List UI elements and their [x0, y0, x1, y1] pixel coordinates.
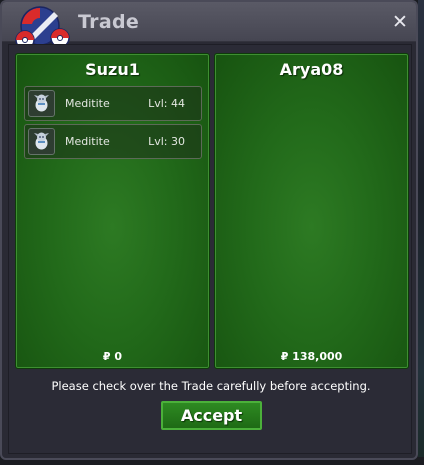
- trade-item-slot[interactable]: Meditite Lvl: 30: [24, 124, 202, 159]
- close-icon[interactable]: ✕: [390, 12, 410, 32]
- right-offer-panel: Arya08 ₽ 138,000: [214, 53, 409, 369]
- right-money: ₽ 138,000: [280, 350, 343, 363]
- item-name: Meditite: [65, 135, 110, 148]
- trade-item-slot[interactable]: Meditite Lvl: 44: [24, 86, 202, 121]
- trade-content: Suzu1 Meditite Lvl: 44 Meditite Lvl: 30 …: [8, 44, 412, 454]
- right-player-name: Arya08: [279, 60, 344, 79]
- item-level: Lvl: 30: [148, 135, 185, 148]
- window-title: Trade: [78, 11, 140, 33]
- item-name: Meditite: [65, 97, 110, 110]
- accept-button[interactable]: Accept: [161, 401, 262, 430]
- meditite-icon: [28, 90, 55, 117]
- left-player-name: Suzu1: [85, 60, 140, 79]
- left-offer-panel: Suzu1 Meditite Lvl: 44 Meditite Lvl: 30 …: [15, 53, 210, 369]
- trade-warning-text: Please check over the Trade carefully be…: [51, 379, 371, 393]
- backdrop-strip: [418, 0, 424, 465]
- item-level: Lvl: 44: [148, 97, 185, 110]
- trade-window: Trade ✕ Suzu1 Meditite Lvl: 44 Meditite …: [0, 0, 418, 460]
- meditite-icon: [28, 128, 55, 155]
- left-money: ₽ 0: [102, 350, 123, 363]
